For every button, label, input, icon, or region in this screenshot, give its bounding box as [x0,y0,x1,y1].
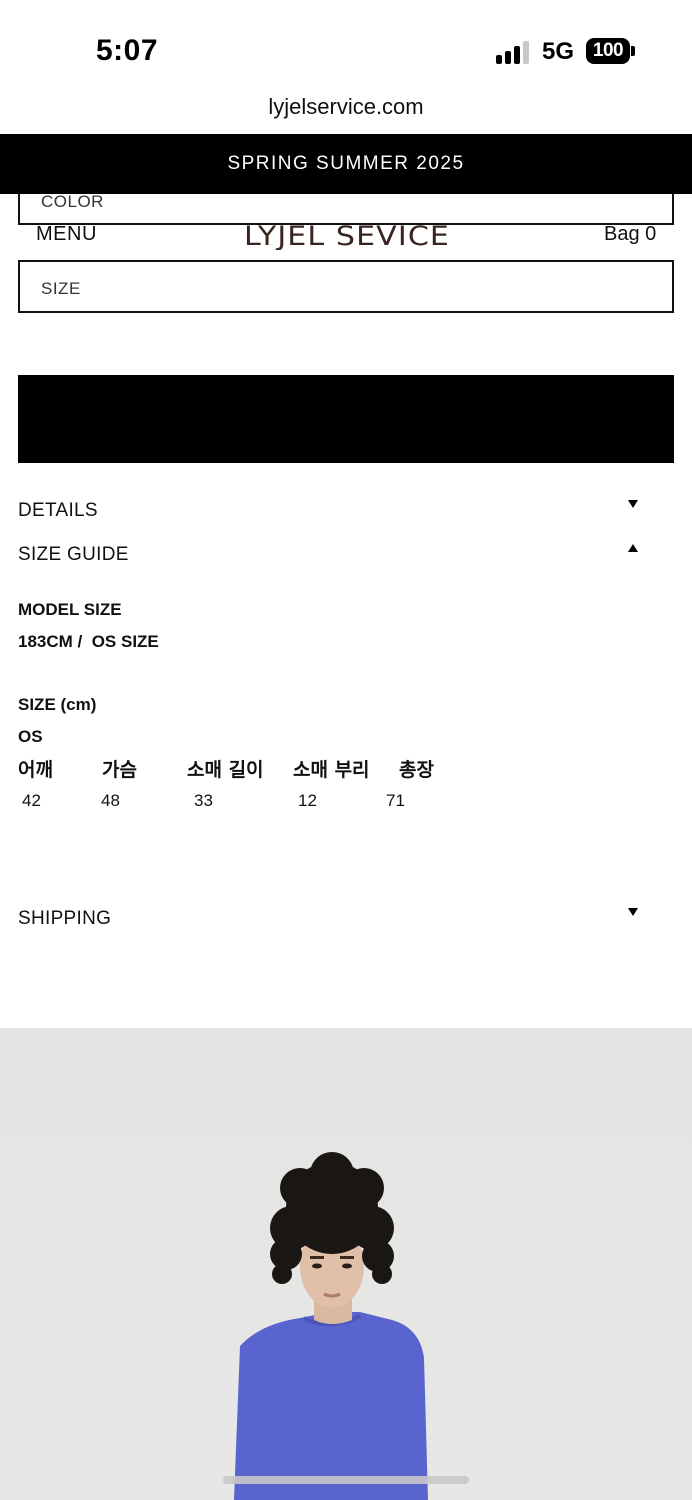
size-value: 33 [194,791,213,810]
model-size-value: 183CM / OS SIZE [18,632,159,651]
battery-tip [631,46,635,56]
shipping-accordion[interactable]: SHIPPING [18,908,658,938]
shipping-label: SHIPPING [18,908,112,929]
home-indicator[interactable] [223,1476,469,1484]
size-column-header: 총장 [399,759,434,781]
product-photo [0,1028,692,1500]
battery-level: 100 [592,40,624,61]
size-cm-heading: SIZE (cm) [18,695,97,714]
details-accordion[interactable]: DETAILS [18,500,658,530]
size-column-header: 가슴 [102,759,137,781]
size-select[interactable]: SIZE [18,260,674,313]
battery-icon: 100 [586,38,630,64]
size-value: 42 [22,791,41,810]
model-size-heading: MODEL SIZE [18,600,122,619]
size-value: 48 [101,791,120,810]
size-column-header: 소매 부리 [293,759,370,781]
bag-button[interactable]: Bag 0 [604,223,656,246]
model-illustration [234,1152,428,1500]
network-type: 5G [542,38,575,65]
status-bar: 5:07 5G 100 lyjelservice.com [0,0,692,119]
size-column-header: 어깨 [18,759,53,781]
add-to-bag-button[interactable] [18,375,674,463]
menu-button[interactable]: MENU [36,223,97,246]
caret-down-icon [628,500,638,508]
size-select-label: SIZE [41,279,81,298]
url-bar[interactable]: lyjelservice.com [0,94,692,120]
caret-down-icon [628,908,638,916]
logo-text: LYJEL SEVICE [244,221,450,250]
size-value: 71 [386,791,405,810]
size-name: OS [18,727,43,746]
size-guide-accordion[interactable]: SIZE GUIDE [18,544,658,574]
status-time: 5:07 [96,34,159,67]
size-guide-label: SIZE GUIDE [18,544,129,565]
caret-up-icon [628,544,638,552]
promo-banner: SPRING SUMMER 2025 [0,134,692,194]
size-column-header: 소매 길이 [187,759,264,781]
size-value: 12 [298,791,317,810]
details-label: DETAILS [18,500,98,521]
color-select-label: COLOR [41,192,104,211]
brand-logo[interactable]: LYJEL SEVICE [242,218,452,250]
cellular-signal-icon [496,40,532,64]
